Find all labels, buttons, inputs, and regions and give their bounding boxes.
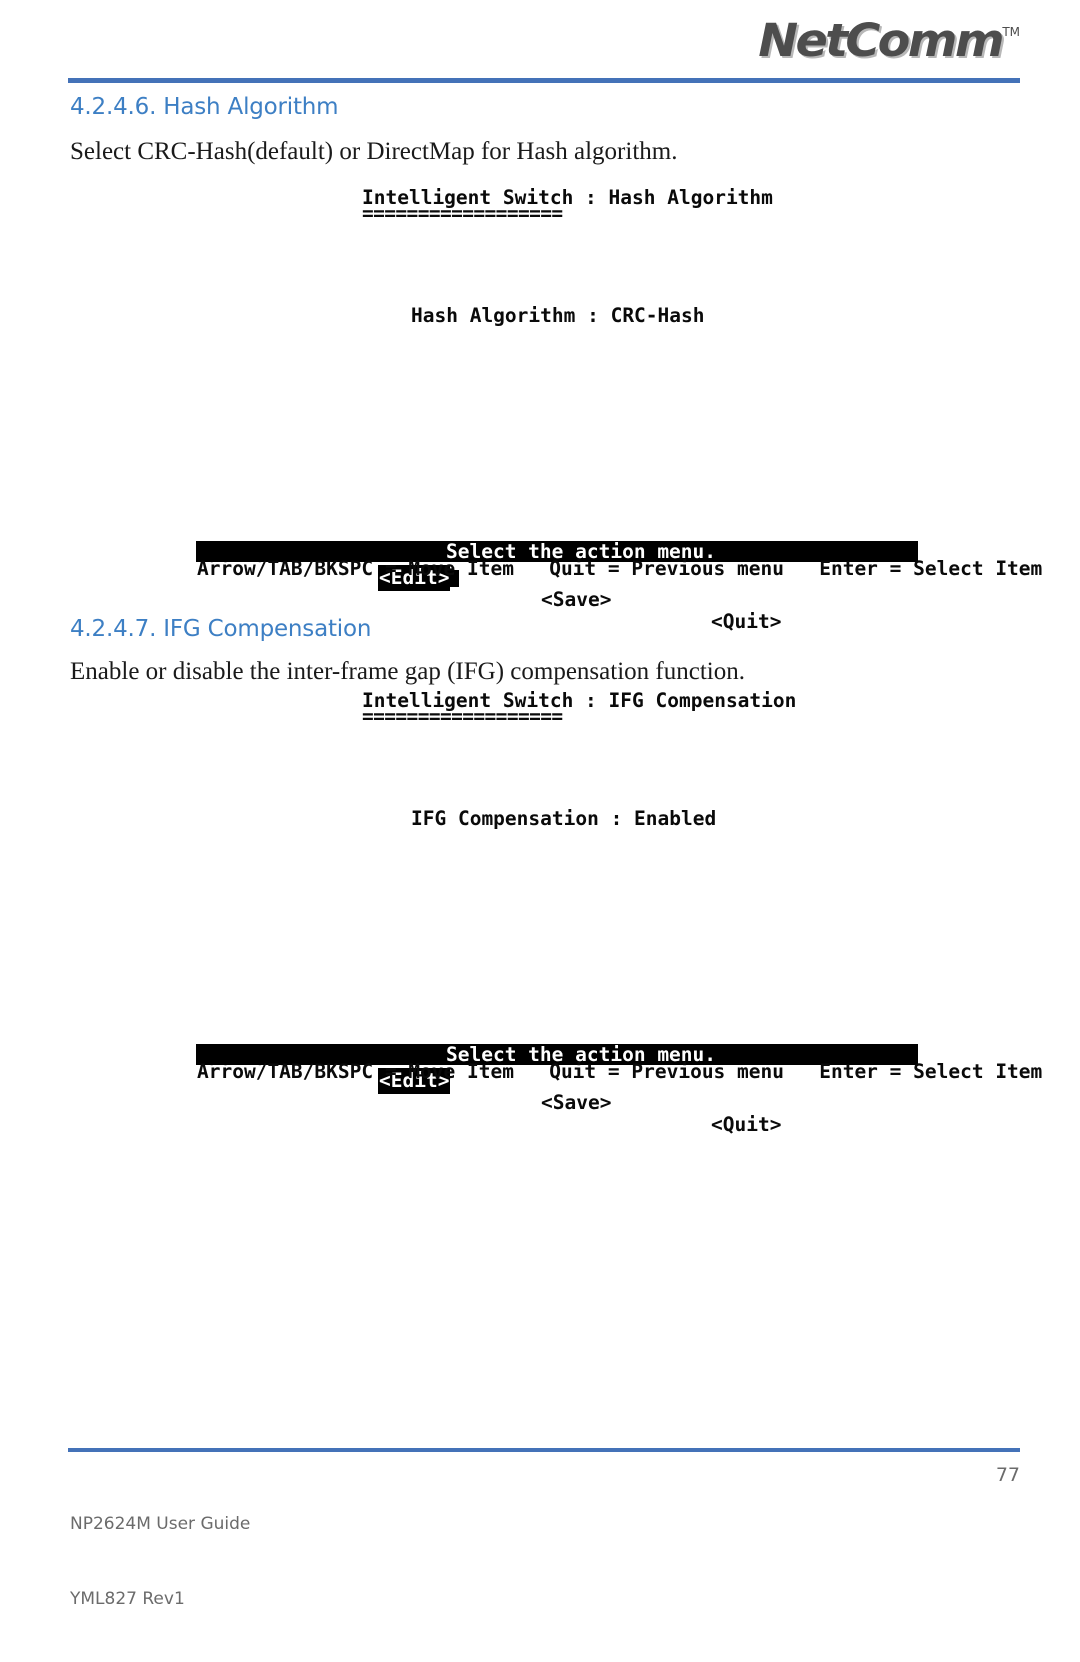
footer-divider	[68, 1448, 1020, 1452]
section-heading-ifg-compensation: 4.2.4.7. IFG Compensation	[70, 616, 372, 642]
save-action-ifg[interactable]: <Save>	[541, 1092, 611, 1114]
footer-doc-title: NP2624M User Guide	[70, 1514, 251, 1534]
netcomm-logo-wordmark: NetComm	[758, 14, 1005, 67]
ifg-compensation-setting-row[interactable]: IFG Compensation : Enabled	[411, 807, 716, 830]
quit-action-hash[interactable]: <Quit>	[711, 611, 781, 633]
quit-action-ifg[interactable]: <Quit>	[711, 1114, 781, 1136]
trademark-icon: TM	[1002, 24, 1020, 39]
section-heading-hash-algorithm: 4.2.4.6. Hash Algorithm	[70, 94, 339, 120]
hash-algorithm-setting-row[interactable]: Hash Algorithm : CRC-Hash	[411, 304, 705, 327]
footer-doc-info: NP2624M User Guide YML827 Rev1	[70, 1462, 250, 1662]
help-row-ifg: Arrow/TAB/BKSPC = Move Item Quit = Previ…	[197, 1060, 1043, 1083]
help-row-hash: Arrow/TAB/BKSPC = Move Item Quit = Previ…	[197, 557, 1043, 580]
save-action-hash[interactable]: <Save>	[541, 589, 611, 611]
section-body-ifg-compensation: Enable or disable the inter-frame gap (I…	[70, 658, 745, 685]
section-body-hash-algorithm: Select CRC-Hash(default) or DirectMap fo…	[70, 138, 678, 165]
footer-doc-rev: YML827 Rev1	[70, 1589, 185, 1609]
page-number: 77	[995, 1464, 1020, 1486]
document-page: NetCommTM 4.2.4.6. Hash Algorithm Select…	[0, 0, 1080, 1609]
terminal-title-underline-hash: ==================	[362, 202, 563, 225]
netcomm-logo: NetCommTM	[758, 14, 1020, 70]
header-divider	[68, 78, 1020, 83]
terminal-title-underline-ifg: ==================	[362, 705, 563, 728]
